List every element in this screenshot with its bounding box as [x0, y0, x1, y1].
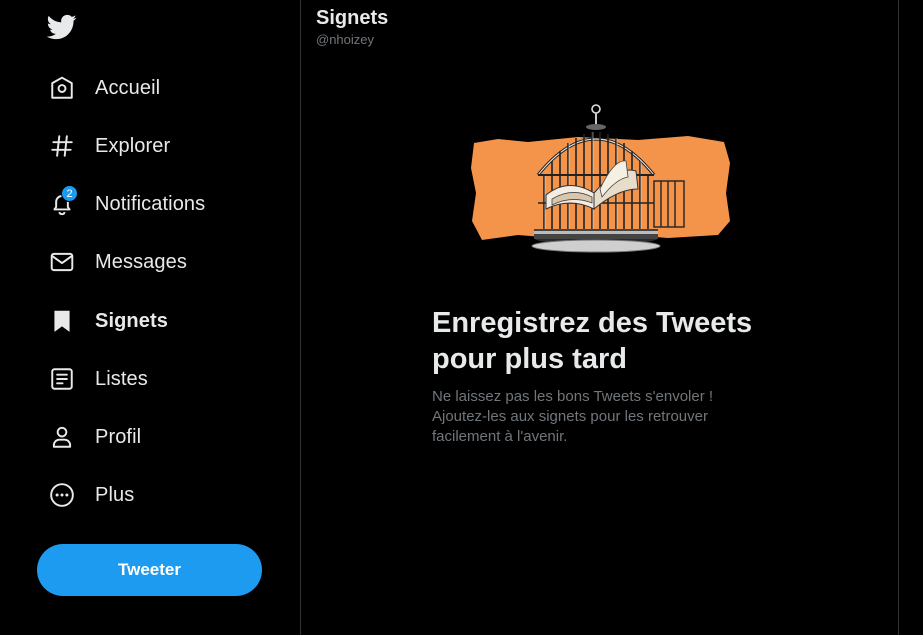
tweet-button[interactable]: Tweeter: [37, 544, 262, 596]
sidebar-item-accueil[interactable]: Accueil: [48, 68, 160, 108]
sidebar-item-label: Messages: [95, 250, 187, 273]
person-icon: [48, 423, 76, 451]
envelope-icon: [48, 248, 76, 276]
empty-state-title: Enregistrez des Tweets pour plus tard: [432, 307, 753, 375]
sidebar-item-label: Listes: [95, 367, 148, 390]
page-title: Signets: [316, 7, 389, 29]
notification-badge: 2: [61, 185, 78, 202]
sidebar-item-label: Notifications: [95, 192, 206, 215]
sidebar-item-signets[interactable]: Signets: [48, 301, 168, 341]
sidebar-item-label: Plus: [95, 483, 135, 506]
sidebar-item-listes[interactable]: Listes: [48, 359, 148, 399]
account-handle: @nhoizey: [316, 32, 375, 47]
bookmark-icon: [48, 307, 76, 335]
empty-state-description: Ne laissez pas les bons Tweets s'envoler…: [432, 388, 714, 445]
hashtag-icon: [48, 132, 76, 160]
sidebar-item-label: Explorer: [95, 134, 171, 157]
bell-icon: 2: [48, 185, 78, 218]
list-icon: [48, 365, 76, 393]
page-header: Signets @nhoizey: [316, 7, 388, 47]
sidebar-item-label: Profil: [95, 425, 142, 448]
sidebar-item-notifications[interactable]: 2 Notifications: [48, 184, 205, 224]
sidebar: Accueil Explorer 2 Notifications Message…: [0, 0, 300, 635]
sidebar-item-label: Signets: [95, 309, 168, 332]
twitter-bird-icon[interactable]: [46, 12, 79, 44]
column-divider: [898, 0, 899, 635]
more-circle-icon: [48, 481, 76, 509]
sidebar-item-label: Accueil: [95, 76, 161, 99]
birdcage-illustration: [468, 103, 732, 255]
sidebar-item-messages[interactable]: Messages: [48, 242, 187, 282]
sidebar-item-explorer[interactable]: Explorer: [48, 126, 170, 166]
home-icon: [48, 74, 76, 102]
sidebar-item-profil[interactable]: Profil: [48, 417, 141, 457]
column-divider: [300, 0, 301, 635]
sidebar-item-plus[interactable]: Plus: [48, 475, 134, 515]
